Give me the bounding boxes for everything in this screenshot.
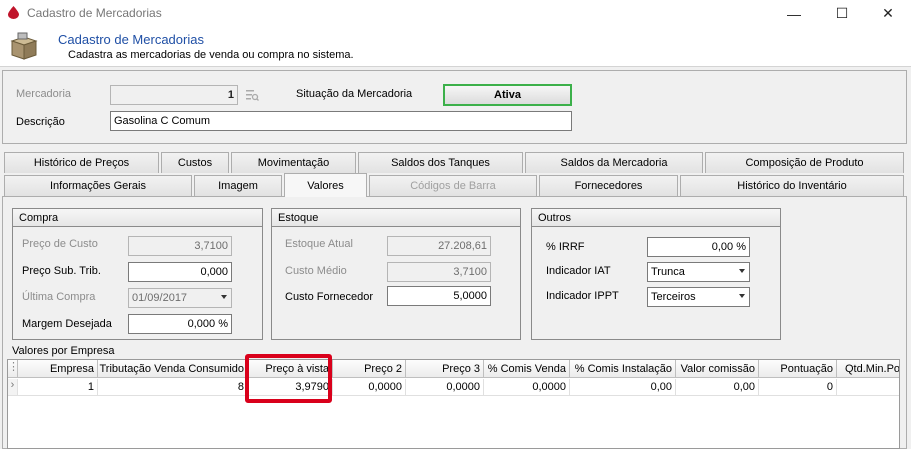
irrf-field[interactable]: 0,00 % xyxy=(647,237,750,257)
ultima-compra-label: Última Compra xyxy=(22,291,96,303)
column-header[interactable]: Pontuação xyxy=(759,360,837,378)
search-list-icon[interactable] xyxy=(245,88,259,102)
situacao-label: Situação da Mercadoria xyxy=(296,88,413,100)
grid-caption: Valores por Empresa xyxy=(12,345,115,357)
descricao-label: Descrição xyxy=(16,116,65,128)
descricao-field[interactable]: Gasolina C Comum xyxy=(110,111,572,131)
chevron-down-icon xyxy=(221,295,227,299)
app-drop-icon xyxy=(8,6,19,19)
column-header[interactable]: Qtd.Min.Po xyxy=(837,360,899,378)
column-header[interactable]: Empresa xyxy=(18,360,98,378)
custo-medio-label: Custo Médio xyxy=(285,265,347,277)
custo-fornecedor-label: Custo Fornecedor xyxy=(285,291,374,303)
tab-valores[interactable]: Valores xyxy=(284,173,367,197)
box-icon xyxy=(10,32,38,60)
maximize-button[interactable]: ☐ xyxy=(819,0,865,27)
column-header[interactable]: % Comis Venda xyxy=(484,360,570,378)
indicador-iat-select[interactable]: Trunca xyxy=(647,262,750,282)
indicador-ippt-select[interactable]: Terceiros xyxy=(647,287,750,307)
ultima-compra-field: 01/09/2017 xyxy=(128,288,232,308)
cell-empresa[interactable]: 1 xyxy=(18,379,98,396)
grid-corner-icon: ⋮ xyxy=(8,360,18,378)
tab-historico-precos[interactable]: Histórico de Preços xyxy=(4,152,159,173)
preco-custo-field: 3,7100 xyxy=(128,236,232,256)
margem-desejada-field[interactable]: 0,000 % xyxy=(128,314,232,334)
column-header[interactable]: Preço 3 xyxy=(406,360,484,378)
preco-sub-trib-field[interactable]: 0,000 xyxy=(128,262,232,282)
cell-qtd-min[interactable] xyxy=(837,379,899,396)
indicador-iat-label: Indicador IAT xyxy=(546,265,611,277)
tab-saldos-tanques[interactable]: Saldos dos Tanques xyxy=(358,152,523,173)
row-indicator-icon: › xyxy=(8,379,18,396)
close-button[interactable]: ✕ xyxy=(865,0,911,27)
tab-composicao-produto[interactable]: Composição de Produto xyxy=(705,152,904,173)
chevron-down-icon xyxy=(739,269,745,273)
estoque-atual-field: 27.208,61 xyxy=(387,236,491,256)
page-title: Cadastro de Mercadorias xyxy=(58,32,204,47)
tab-movimentacao[interactable]: Movimentação xyxy=(231,152,356,173)
cell-preco-2[interactable]: 0,0000 xyxy=(333,379,406,396)
column-header[interactable]: % Comis Instalação xyxy=(570,360,676,378)
cell-tributacao[interactable]: 8 xyxy=(98,379,248,396)
top-panel xyxy=(2,70,907,144)
preco-sub-trib-label: Preço Sub. Trib. xyxy=(22,265,101,277)
window-title: Cadastro de Mercadorias xyxy=(27,6,162,20)
indicador-ippt-value: Terceiros xyxy=(651,291,696,303)
cell-preco-3[interactable]: 0,0000 xyxy=(406,379,484,396)
cell-pontuacao[interactable]: 0 xyxy=(759,379,837,396)
highlight-box xyxy=(245,354,332,403)
close-icon: ✕ xyxy=(882,5,894,21)
ultima-compra-value: 01/09/2017 xyxy=(132,292,188,304)
tab-custos[interactable]: Custos xyxy=(161,152,229,173)
custo-medio-field: 3,7100 xyxy=(387,262,491,282)
title-bar: Cadastro de Mercadorias — ☐ ✕ xyxy=(0,0,911,27)
tab-codigos-barra: Códigos de Barra xyxy=(369,175,537,196)
tab-saldos-mercadoria[interactable]: Saldos da Mercadoria xyxy=(525,152,703,173)
irrf-label: % IRRF xyxy=(546,241,585,253)
mercadoria-field: 1 xyxy=(110,85,238,105)
tab-informacoes-gerais[interactable]: Informações Gerais xyxy=(4,175,192,196)
margem-desejada-label: Margem Desejada xyxy=(22,318,112,330)
form-header: Cadastro de Mercadorias Cadastra as merc… xyxy=(0,27,911,67)
valores-empresa-grid[interactable]: ⋮ Empresa Tributação Venda Consumido Pre… xyxy=(7,359,900,449)
maximize-icon: ☐ xyxy=(835,5,849,21)
outros-group-title: Outros xyxy=(532,209,780,227)
tab-historico-inventario[interactable]: Histórico do Inventário xyxy=(680,175,904,196)
preco-custo-label: Preço de Custo xyxy=(22,238,98,250)
indicador-ippt-label: Indicador IPPT xyxy=(546,290,619,302)
cell-comis-venda[interactable]: 0,0000 xyxy=(484,379,570,396)
estoque-atual-label: Estoque Atual xyxy=(285,238,353,250)
minimize-icon: — xyxy=(787,5,801,22)
minimize-button[interactable]: — xyxy=(771,0,817,27)
cell-comis-instalacao[interactable]: 0,00 xyxy=(570,379,676,396)
custo-fornecedor-field[interactable]: 5,0000 xyxy=(387,286,491,306)
chevron-down-icon xyxy=(739,294,745,298)
page-subtitle: Cadastra as mercadorias de venda ou comp… xyxy=(68,49,354,61)
estoque-group-title: Estoque xyxy=(272,209,520,227)
tab-fornecedores[interactable]: Fornecedores xyxy=(539,175,678,196)
mercadoria-label: Mercadoria xyxy=(16,88,72,100)
situacao-status-button[interactable]: Ativa xyxy=(443,84,572,106)
cell-valor-comissao[interactable]: 0,00 xyxy=(676,379,759,396)
compra-group-title: Compra xyxy=(13,209,262,227)
column-header[interactable]: Tributação Venda Consumido xyxy=(98,360,248,378)
indicador-iat-value: Trunca xyxy=(651,266,685,278)
column-header[interactable]: Preço 2 xyxy=(333,360,406,378)
tab-imagem[interactable]: Imagem xyxy=(194,175,282,196)
column-header[interactable]: Valor comissão xyxy=(676,360,759,378)
